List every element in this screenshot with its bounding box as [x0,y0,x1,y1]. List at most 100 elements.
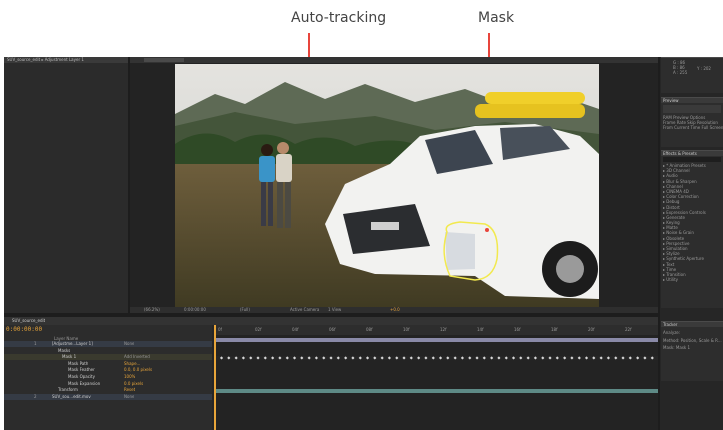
layer-row[interactable]: 1 [Adjustme...Layer 1] None [4,341,212,347]
keyframe-marker[interactable]: ◆ [403,355,406,360]
playback-controls[interactable] [663,105,721,113]
keyframe-marker[interactable]: ◆ [322,355,325,360]
keyframe-marker[interactable]: ◆ [351,355,354,360]
keyframe-marker[interactable]: ◆ [417,355,420,360]
comp-tab[interactable] [144,58,184,62]
keyframe-marker[interactable]: ◆ [651,355,654,360]
track-layer-1[interactable] [216,338,658,342]
keyframe-marker[interactable]: ◆ [410,355,413,360]
keyframe-marker[interactable]: ◆ [235,355,238,360]
layer-row[interactable]: 2 SUV_sou...edit.mov None [4,393,212,400]
keyframe-marker[interactable]: ◆ [388,355,391,360]
keyframe-marker[interactable]: ◆ [541,355,544,360]
keyframe-marker[interactable]: ◆ [497,355,500,360]
keyframe-marker[interactable]: ◆ [330,355,333,360]
time-ruler[interactable]: 0f 02f 04f 06f 08f 10f 12f 14f 16f 18f 20f 22f [214,325,658,335]
keyframe-marker[interactable]: ◆ [461,355,464,360]
keyframe-marker[interactable]: ◆ [381,355,384,360]
keyframe-marker[interactable]: ◆ [476,355,479,360]
keyframe-marker[interactable]: ◆ [249,355,252,360]
keyframe-marker[interactable]: ◆ [373,355,376,360]
project-panel-tab[interactable]: SUV_source_edit ▸ Adjustment Layer 1 [4,57,128,63]
keyframe-marker[interactable]: ◆ [424,355,427,360]
keyframe-marker[interactable]: ◆ [592,355,595,360]
layer-property-value[interactable]: 0.0, 0.0 pixels [124,367,152,372]
keyframe-marker[interactable]: ◆ [519,355,522,360]
layer-row[interactable]: Mask Expansion 0.0 pixels [4,381,212,387]
resolution-dropdown[interactable]: (Full) [240,307,250,312]
keyframe-marker[interactable]: ◆ [600,355,603,360]
layer-property-value[interactable]: Add Inverted [124,354,150,359]
view-layout-dropdown[interactable]: 1 View [328,307,341,312]
keyframe-marker[interactable]: ◆ [432,355,435,360]
keyframe-marker[interactable]: ◆ [563,355,566,360]
keyframe-marker[interactable]: ◆ [468,355,471,360]
keyframe-marker[interactable]: ◆ [527,355,530,360]
tracker-method[interactable]: Method: Position, Scale & R... [661,335,723,343]
keyframe-marker[interactable]: ◆ [570,355,573,360]
keyframe-marker[interactable]: ◆ [585,355,588,360]
keyframe-marker[interactable]: ◆ [278,355,281,360]
keyframe-marker[interactable]: ◆ [242,355,245,360]
keyframe-marker[interactable]: ◆ [578,355,581,360]
keyframe-marker[interactable]: ◆ [490,355,493,360]
camera-dropdown[interactable]: Active Camera [290,307,319,312]
layer-row[interactable]: Mask Opacity 100% [4,374,212,380]
keyframe-marker[interactable]: ◆ [257,355,260,360]
keyframe-marker[interactable]: ◆ [629,355,632,360]
effects-title[interactable]: Effects & Presets [661,151,723,156]
keyframe-marker[interactable]: ◆ [512,355,515,360]
keyframe-marker[interactable]: ◆ [446,355,449,360]
layer-row[interactable]: Mask Feather 0.0, 0.0 pixels [4,367,212,373]
preview-title[interactable]: Preview [661,98,723,103]
timeline-tab[interactable]: SUV_source_edit [12,318,45,323]
keyframe-marker[interactable]: ◆ [607,355,610,360]
keyframe-marker[interactable]: ◆ [614,355,617,360]
keyframe-marker[interactable]: ◆ [300,355,303,360]
exposure-value[interactable]: +0.0 [390,307,400,312]
keyframe-marker[interactable]: ◆ [505,355,508,360]
layer-property-value[interactable]: 0.0 pixels [124,381,143,386]
keyframe-marker[interactable]: ◆ [534,355,537,360]
composition-canvas[interactable] [175,64,599,309]
keyframe-marker[interactable]: ◆ [395,355,398,360]
layer-property-value[interactable]: None [124,394,134,399]
keyframe-marker[interactable]: ◆ [286,355,289,360]
keyframe-marker[interactable]: ◆ [308,355,311,360]
keyframe-marker[interactable]: ◆ [643,355,646,360]
keyframe-marker[interactable]: ◆ [366,355,369,360]
layer-row[interactable]: Mask 1 Add Inverted [4,354,212,361]
keyframe-marker[interactable]: ◆ [483,355,486,360]
tracker-mask[interactable]: Mask: Mask 1 [661,343,723,350]
keyframe-marker[interactable]: ◆ [315,355,318,360]
magnification-dropdown[interactable]: (66.2%) [144,307,160,312]
keyframe-marker[interactable]: ◆ [359,355,362,360]
timecode[interactable]: 0:00:00:00 [6,326,42,333]
keyframe-marker[interactable]: ◆ [636,355,639,360]
effects-item[interactable]: ▸ Utility [661,277,723,282]
keyframe-marker[interactable]: ◆ [549,355,552,360]
keyframe-marker[interactable]: ◆ [271,355,274,360]
layer-property-value[interactable]: 100% [124,374,135,379]
layer-row[interactable]: Mask Path Shape... [4,361,212,367]
layer-property-value[interactable]: Reset [124,387,135,392]
layer-property-value[interactable]: Shape... [124,361,140,366]
keyframe-marker[interactable]: ◆ [227,355,230,360]
keyframe-marker[interactable]: ◆ [556,355,559,360]
effects-search-input[interactable] [663,157,721,162]
layer-property-value[interactable]: None [124,341,134,346]
layer-row[interactable]: Masks [4,348,212,354]
track-mask-path[interactable]: ◆ ◆ ◆ ◆ ◆ ◆ ◆ ◆ ◆ ◆ ◆ ◆ ◆ ◆ ◆ ◆ ◆ ◆ ◆ ◆ ◆ ◆ ◆ ◆ ◆ ◆ ◆ ◆ ◆ ◆ ◆ ◆ ◆ ◆ ◆ ◆ ◆ ◆ ◆ ◆… [216,355,658,360]
ruler-tick-label: 02f [255,327,262,332]
keyframe-marker[interactable]: ◆ [439,355,442,360]
keyframe-marker[interactable]: ◆ [337,355,340,360]
keyframe-marker[interactable]: ◆ [454,355,457,360]
layer-row[interactable]: Transform Reset [4,387,212,393]
current-time-display[interactable]: 0:00:00:00 [184,307,206,312]
keyframe-marker[interactable]: ◆ [220,355,223,360]
keyframe-marker[interactable]: ◆ [293,355,296,360]
track-layer-2[interactable] [216,389,658,393]
keyframe-marker[interactable]: ◆ [622,355,625,360]
keyframe-marker[interactable]: ◆ [264,355,267,360]
keyframe-marker[interactable]: ◆ [344,355,347,360]
